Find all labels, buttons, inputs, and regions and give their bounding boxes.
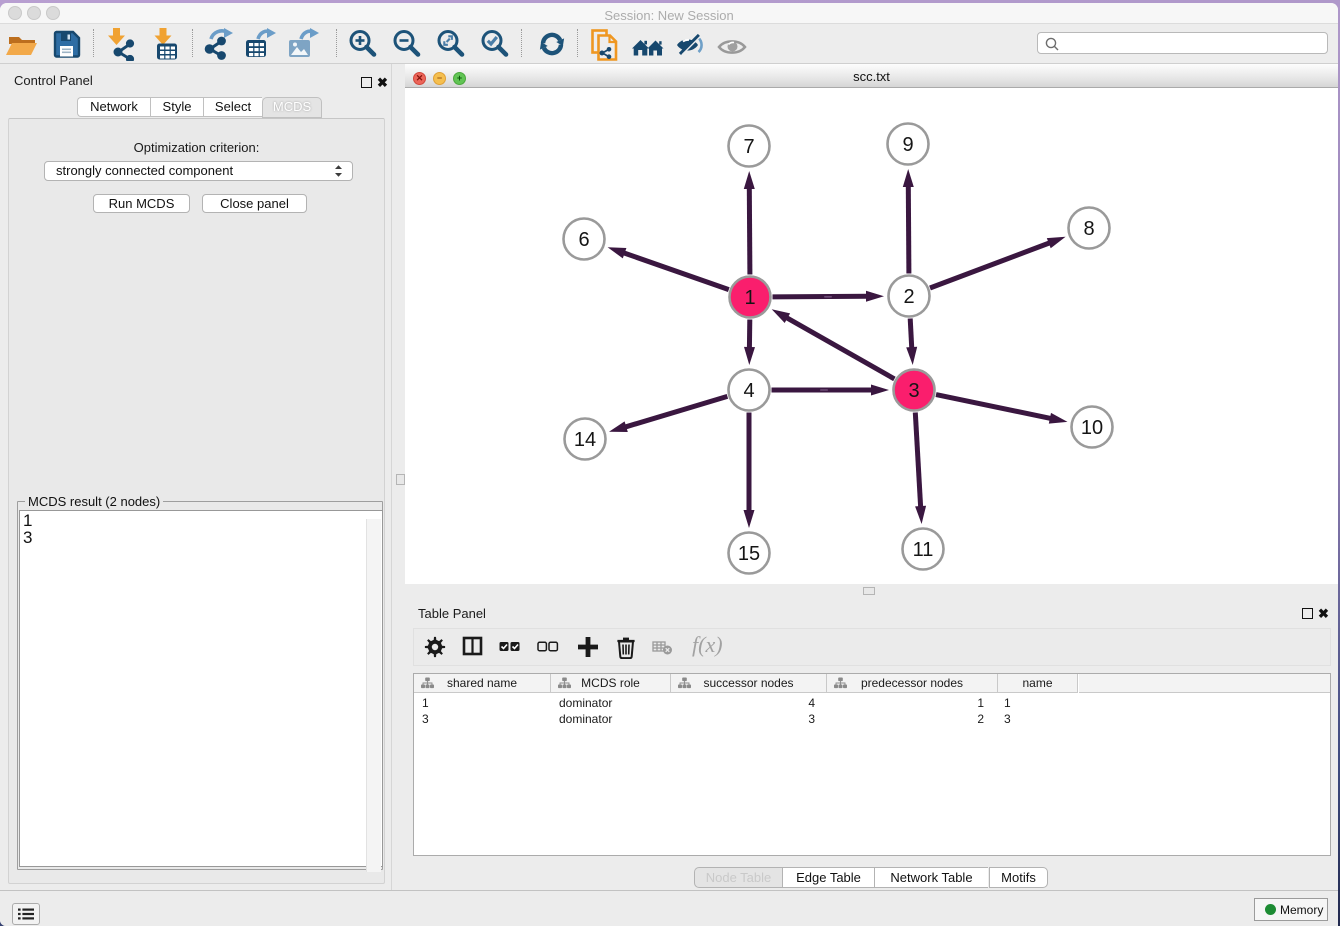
svg-text:6: 6 [578,229,589,251]
svg-text:3: 3 [908,380,919,402]
svg-text:14: 14 [574,429,596,451]
svg-text:15: 15 [738,543,760,565]
svg-text:8: 8 [1083,218,1094,240]
svg-text:1: 1 [744,287,755,309]
svg-text:9: 9 [902,134,913,156]
svg-text:7: 7 [743,136,754,158]
svg-text:11: 11 [913,539,934,561]
svg-text:10: 10 [1081,417,1103,439]
svg-text:2: 2 [903,286,914,308]
svg-text:4: 4 [743,380,754,402]
